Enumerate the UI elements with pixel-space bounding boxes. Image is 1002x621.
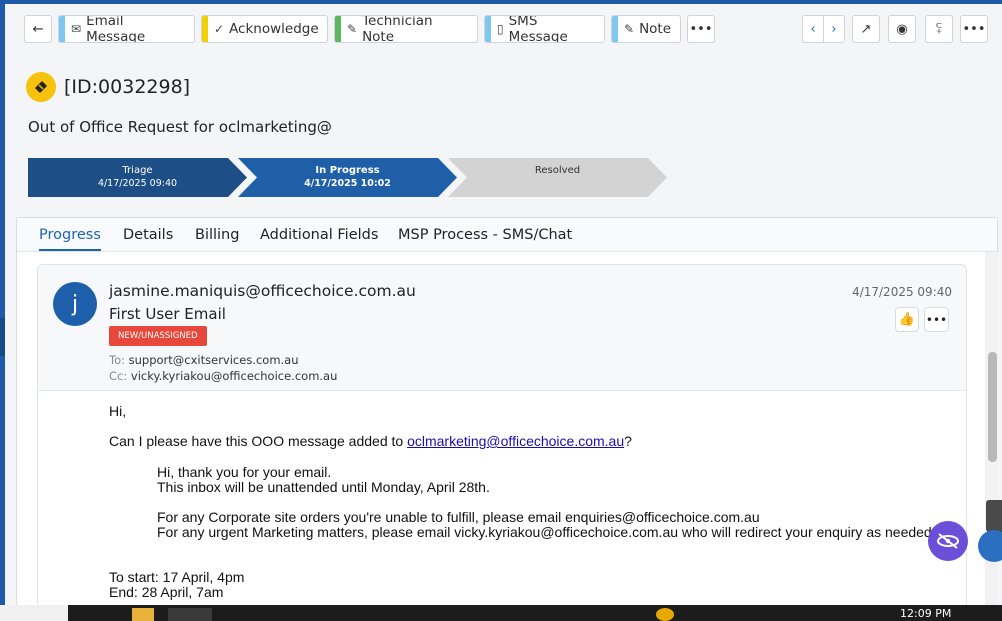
- left-accent-bar: [0, 0, 5, 605]
- email-more-button[interactable]: •••: [924, 307, 949, 332]
- email-cc-line: Cc: vicky.kyriakou@officechoice.com.au: [109, 369, 337, 383]
- edge-browser-icon[interactable]: [168, 608, 212, 621]
- ticket-subject: Out of Office Request for oclmarketing@: [28, 118, 332, 136]
- tab-msp-process[interactable]: MSP Process - SMS/Chat: [398, 227, 572, 243]
- side-widget-tab[interactable]: [986, 500, 1002, 532]
- stage-triage-name: Triage: [122, 165, 153, 176]
- top-accent-bar: [0, 0, 1002, 4]
- acknowledge-stripe: [202, 16, 208, 42]
- acknowledge-button[interactable]: ✓ Acknowledge: [201, 15, 328, 43]
- arrow-left-icon: ←: [32, 21, 44, 37]
- acknowledge-icon: ✓: [214, 22, 225, 36]
- active-tab-indicator: [39, 249, 101, 251]
- open-external-button[interactable]: ↗: [852, 15, 880, 43]
- external-link-icon: ↗: [860, 21, 872, 37]
- ellipsis-icon: •••: [689, 21, 713, 37]
- stage-triage-date: 4/17/2025 09:40: [97, 178, 178, 189]
- tab-progress[interactable]: Progress: [39, 227, 101, 243]
- stage-resolved-name: Resolved: [534, 165, 581, 176]
- stage-in-progress-name: In Progress: [315, 165, 380, 176]
- ticket-id: [ID:0032298]: [64, 76, 191, 98]
- end-line: End: 28 April, 7am: [109, 584, 224, 600]
- to-label: To:: [109, 353, 125, 367]
- chat-widget-button[interactable]: [978, 530, 1002, 562]
- email-message-label: Email Message: [86, 15, 146, 43]
- eye-slash-icon: [937, 533, 959, 549]
- ooo-line-3: For any Corporate site orders you're una…: [157, 509, 760, 525]
- sms-message-button[interactable]: ▯ SMS Message: [484, 15, 605, 43]
- email-title: First User Email: [109, 305, 226, 323]
- ticket-tabs: Progress Details Billing Additional Fiel…: [17, 218, 997, 252]
- thumbs-up-icon: 👍: [898, 312, 916, 327]
- more-options-button[interactable]: •••: [960, 15, 988, 43]
- taskbar-search-area[interactable]: [0, 605, 68, 621]
- request-line: Can I please have this OOO message added…: [109, 433, 632, 449]
- eye-icon: ◉: [896, 21, 908, 37]
- watch-button[interactable]: ◉: [888, 15, 916, 43]
- ellipsis-icon: •••: [962, 21, 986, 37]
- stage-resolved: [448, 158, 667, 197]
- technician-note-button[interactable]: ✎ Technician Note: [334, 15, 478, 43]
- ooo-line-1: Hi, thank you for your email.: [157, 464, 332, 480]
- email-sender: jasmine.maniquis@officechoice.com.au: [109, 282, 416, 300]
- note-label: Note: [639, 21, 672, 37]
- request-prefix: Can I please have this OOO message added…: [109, 433, 408, 449]
- ticket-detail-card: Progress Details Billing Additional Fiel…: [16, 217, 998, 609]
- email-date: 4/17/2025 09:40: [852, 285, 952, 299]
- cc-address: vicky.kyriakou@officechoice.com.au: [130, 369, 338, 383]
- tab-additional-fields[interactable]: Additional Fields: [260, 227, 378, 243]
- ooo-line-4: For any urgent Marketing matters, please…: [157, 524, 936, 540]
- like-button[interactable]: 👍: [895, 307, 919, 332]
- status-badge: NEW/UNASSIGNED: [109, 326, 207, 346]
- back-button[interactable]: ←: [24, 15, 52, 43]
- edit-icon: ✎: [624, 22, 635, 36]
- note-stripe: [612, 16, 618, 42]
- sms-stripe: [485, 16, 491, 42]
- stage-in-progress-date: 4/17/2025 10:02: [304, 178, 391, 189]
- email-stripe: [59, 16, 65, 42]
- scrollbar-thumb[interactable]: [988, 352, 997, 462]
- tab-billing[interactable]: Billing: [195, 227, 239, 243]
- share-button[interactable]: ⪿: [925, 15, 953, 43]
- technician-note-label: Technician Note: [362, 15, 433, 43]
- email-message-button[interactable]: ✉ Email Message: [58, 15, 195, 43]
- tab-details[interactable]: Details: [123, 227, 173, 243]
- ellipsis-icon: •••: [925, 312, 948, 327]
- note-edit-icon: ✎: [347, 22, 358, 36]
- more-actions-button[interactable]: •••: [687, 15, 715, 43]
- file-explorer-icon[interactable]: [132, 608, 154, 621]
- technician-stripe: [335, 16, 341, 42]
- ooo-line-2: This inbox will be unattended until Mond…: [157, 479, 490, 495]
- start-line: To start: 17 April, 4pm: [109, 569, 245, 585]
- next-ticket-button[interactable]: ›: [823, 15, 845, 43]
- email-header: j jasmine.maniquis@officechoice.com.au F…: [38, 265, 966, 391]
- email-to-line: To: support@cxitservices.com.au: [109, 353, 299, 367]
- cc-label: Cc:: [109, 369, 128, 383]
- note-button[interactable]: ✎ Note: [611, 15, 681, 43]
- ticket-icon: [26, 72, 56, 102]
- left-panel-handle[interactable]: [0, 318, 5, 356]
- acknowledge-label: Acknowledge: [229, 21, 319, 37]
- to-address: support@cxitservices.com.au: [128, 353, 299, 367]
- greeting: Hi,: [109, 403, 127, 419]
- request-suffix: ?: [624, 433, 632, 449]
- chevron-left-icon: ‹: [810, 21, 816, 37]
- avatar: j: [53, 282, 97, 326]
- envelope-icon: ✉: [71, 22, 82, 36]
- assistant-fab-button[interactable]: [928, 521, 968, 561]
- weather-icon[interactable]: [656, 608, 674, 621]
- share-icon: ⪿: [936, 21, 942, 37]
- previous-ticket-button[interactable]: ‹: [802, 15, 824, 43]
- taskbar-clock: 12:09 PM: [900, 607, 952, 620]
- mobile-icon: ▯: [497, 22, 504, 36]
- email-entry: j jasmine.maniquis@officechoice.com.au F…: [37, 264, 967, 609]
- sms-message-label: SMS Message: [508, 15, 568, 43]
- chevron-right-icon: ›: [831, 21, 837, 37]
- request-email-link[interactable]: oclmarketing@officechoice.com.au: [407, 433, 624, 449]
